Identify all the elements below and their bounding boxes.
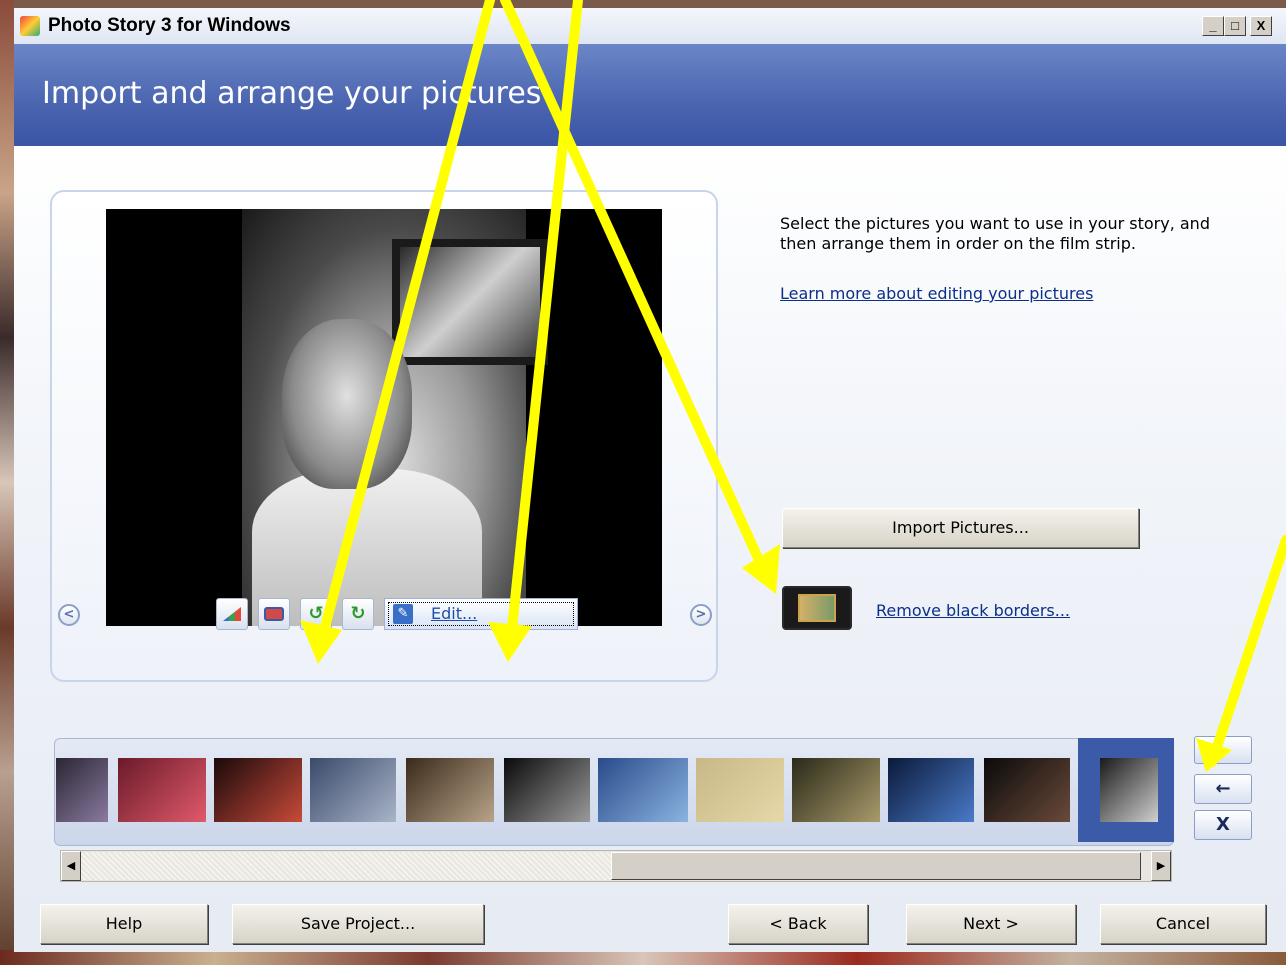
levels-icon — [223, 607, 241, 621]
instructions-text: Select the pictures you want to use in y… — [780, 214, 1210, 253]
save-project-button[interactable]: Save Project... — [232, 904, 484, 944]
main-content: < > ↺ ↻ ✎ Edit... Select the pictures yo… — [14, 146, 1286, 952]
film-strip-thumbnail[interactable] — [598, 758, 688, 822]
film-strip-thumbnail[interactable] — [888, 758, 974, 822]
title-bar: Photo Story 3 for Windows _ □ X — [14, 8, 1286, 44]
rotate-right-button[interactable]: ↻ — [342, 598, 374, 630]
film-strip-thumbnail[interactable] — [1100, 758, 1158, 822]
app-icon — [20, 16, 40, 36]
film-strip-thumbnail[interactable] — [406, 758, 494, 822]
learn-more-link[interactable]: Learn more about editing your pictures — [780, 284, 1093, 303]
desktop-background-bottom — [0, 950, 1286, 965]
next-button[interactable]: Next > — [906, 904, 1076, 944]
photo-story-window: Photo Story 3 for Windows _ □ X Import a… — [14, 8, 1286, 952]
maximize-button[interactable]: □ — [1224, 16, 1246, 36]
back-button[interactable]: < Back — [728, 904, 868, 944]
scroll-right-arrow[interactable]: ▶ — [1151, 851, 1171, 881]
page-title: Import and arrange your pictures — [42, 76, 542, 111]
minimize-button[interactable]: _ — [1202, 16, 1224, 36]
scroll-track[interactable] — [81, 852, 611, 880]
scroll-left-arrow[interactable]: ◀ — [61, 851, 81, 881]
photo-head-detail — [282, 319, 412, 489]
header-band: Import and arrange your pictures — [14, 44, 1286, 146]
film-strip-thumbnail[interactable] — [56, 758, 108, 822]
scroll-thumb[interactable] — [611, 852, 1141, 880]
move-right-button[interactable] — [1194, 736, 1252, 764]
auto-correct-button[interactable] — [216, 598, 248, 630]
film-strip-scrollbar[interactable]: ◀ ▶ — [60, 850, 1172, 882]
close-button[interactable]: X — [1250, 16, 1272, 36]
film-strip-thumbnail[interactable] — [696, 758, 784, 822]
rotate-right-icon: ↻ — [350, 603, 366, 624]
film-strip-thumbnail[interactable] — [118, 758, 206, 822]
edit-button-label: Edit... — [431, 604, 478, 623]
film-strip-thumbnail[interactable] — [984, 758, 1070, 822]
rotate-left-button[interactable]: ↺ — [300, 598, 332, 630]
delete-picture-button[interactable]: X — [1194, 810, 1252, 840]
photo-image — [242, 209, 548, 626]
next-picture-button[interactable]: > — [690, 604, 712, 626]
film-strip-thumbnail[interactable] — [792, 758, 880, 822]
import-pictures-button[interactable]: Import Pictures... — [782, 508, 1139, 548]
help-button[interactable]: Help — [40, 904, 208, 944]
rotate-left-icon: ↺ — [308, 603, 324, 624]
red-eye-button[interactable] — [258, 598, 290, 630]
cancel-button[interactable]: Cancel — [1100, 904, 1266, 944]
window-title: Photo Story 3 for Windows — [48, 15, 291, 36]
photo-monitor-detail — [392, 239, 548, 365]
edit-icon: ✎ — [393, 604, 413, 624]
move-left-button[interactable]: ← — [1194, 774, 1252, 804]
film-strip-thumbnail[interactable] — [310, 758, 396, 822]
film-strip-thumbnail[interactable] — [504, 758, 590, 822]
photo-preview — [106, 209, 662, 626]
red-eye-icon — [264, 607, 284, 621]
remove-black-borders-link[interactable]: Remove black borders... — [876, 601, 1070, 620]
desktop-background-left — [0, 0, 14, 965]
picture-frame-icon — [798, 594, 836, 622]
film-strip-thumbnail[interactable] — [214, 758, 302, 822]
previous-picture-button[interactable]: < — [58, 604, 80, 626]
edit-button[interactable]: ✎ Edit... — [384, 598, 578, 630]
focus-rectangle — [388, 602, 574, 626]
remove-borders-icon-button[interactable] — [782, 586, 852, 630]
